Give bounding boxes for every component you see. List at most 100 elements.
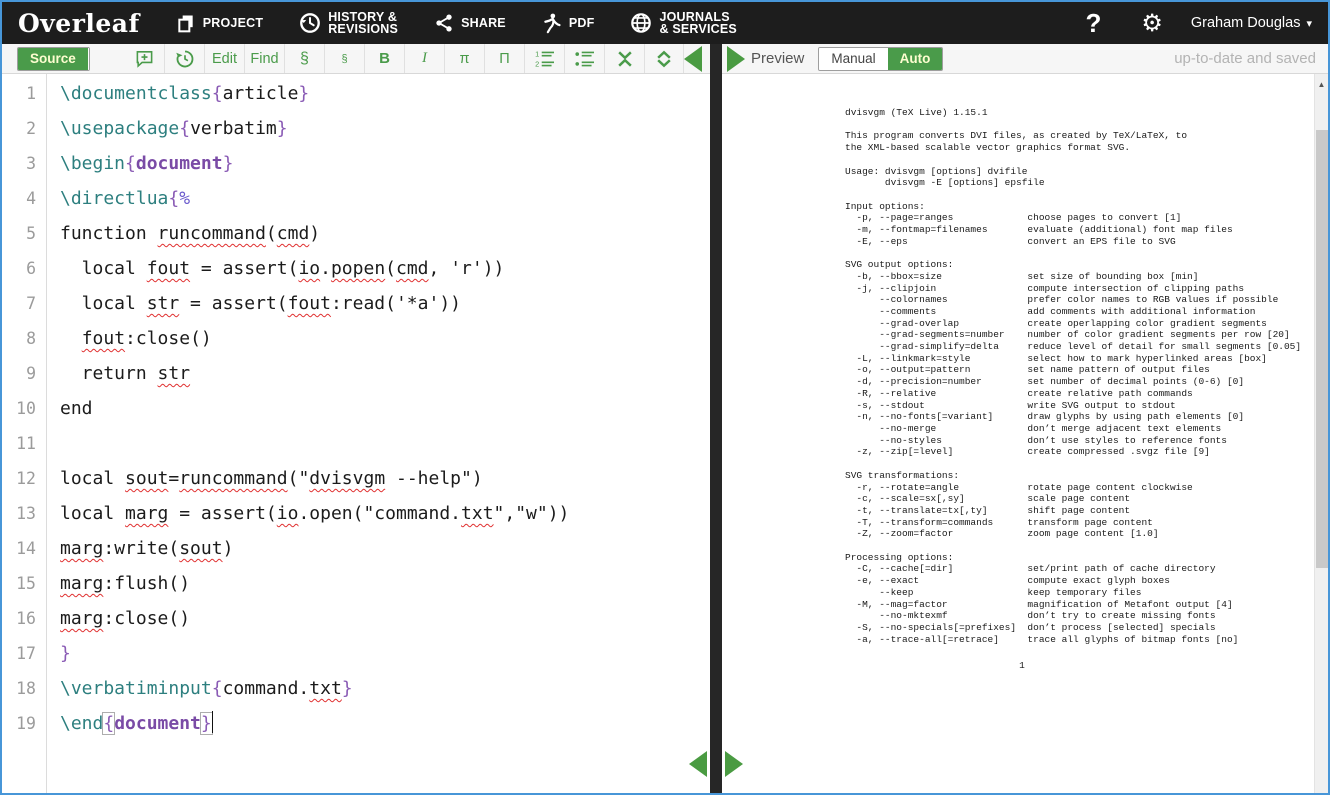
collapse-editor-arrow-icon[interactable] — [684, 46, 702, 72]
add-comment-button[interactable] — [124, 44, 164, 73]
svg-text:2: 2 — [535, 59, 539, 68]
line-number: 8 — [2, 321, 36, 356]
subsection-icon[interactable]: § — [341, 53, 347, 65]
collapse-icon — [615, 49, 635, 69]
main-split: Source Rich Text — [2, 44, 1328, 793]
code-line[interactable]: marg:flush() — [60, 566, 710, 601]
user-menu[interactable]: Graham Douglas ▾ — [1181, 15, 1328, 31]
section-button: § — [284, 44, 324, 73]
section-icon[interactable]: § — [300, 50, 309, 68]
nav-history-label: HISTORY & REVISIONS — [328, 11, 398, 35]
preview-toolbar: Preview Manual Auto up-to-date and saved — [722, 44, 1328, 74]
nav-pdf[interactable]: PDF — [524, 2, 613, 44]
collapse-sections-button[interactable] — [604, 44, 644, 73]
line-number: 6 — [2, 251, 36, 286]
scroll-up-icon[interactable]: ▲ — [1315, 74, 1328, 89]
editor-pane: Source Rich Text — [2, 44, 710, 793]
code-line[interactable]: local sout=runcommand("dvisvgm --help") — [60, 461, 710, 496]
nav-journals-label: JOURNALS & SERVICES — [659, 11, 737, 35]
pane-resizer[interactable] — [710, 44, 722, 793]
nav-journals-services[interactable]: JOURNALS & SERVICES — [612, 2, 755, 44]
manual-compile-button[interactable]: Manual — [819, 48, 887, 70]
code-line[interactable]: local marg = assert(io.open("command.txt… — [60, 496, 710, 531]
compile-mode-toggle: Manual Auto — [818, 47, 943, 71]
line-numbers: 12345678910111213141516171819 — [2, 74, 47, 793]
gear-icon[interactable]: ⚙ — [1123, 9, 1181, 38]
bullet-list-button[interactable] — [564, 44, 604, 73]
line-number: 15 — [2, 566, 36, 601]
text-cursor — [212, 711, 214, 733]
line-number: 1 — [2, 76, 36, 111]
code-editor[interactable]: 12345678910111213141516171819 \documentc… — [2, 74, 710, 793]
top-navbar: Overleaf PROJECT HISTORY & REVISIONS — [2, 2, 1328, 44]
preview-scrollbar[interactable]: ▲ — [1314, 74, 1328, 793]
line-number: 19 — [2, 706, 36, 741]
code-lines[interactable]: \documentclass{article}\usepackage{verba… — [47, 74, 710, 793]
code-line[interactable]: function runcommand(cmd) — [60, 216, 710, 251]
rich-text-mode-button[interactable]: Rich Text — [88, 48, 90, 70]
italic-icon[interactable]: I — [422, 50, 427, 67]
code-line[interactable] — [60, 426, 710, 461]
auto-compile-button[interactable]: Auto — [888, 48, 943, 70]
line-number: 12 — [2, 461, 36, 496]
line-number: 4 — [2, 181, 36, 216]
overleaf-logo[interactable]: Overleaf — [2, 9, 158, 38]
code-line[interactable]: } — [60, 636, 710, 671]
code-line[interactable]: marg:close() — [60, 601, 710, 636]
line-number: 17 — [2, 636, 36, 671]
code-line[interactable]: local str = assert(fout:read('*a')) — [60, 286, 710, 321]
nav-pdf-label: PDF — [569, 17, 595, 29]
preview-bottom-expand-icon[interactable] — [725, 751, 743, 777]
code-line[interactable]: marg:write(sout) — [60, 531, 710, 566]
code-line[interactable]: \usepackage{verbatim} — [60, 111, 710, 146]
pdf-viewer[interactable]: dvisvgm (TeX Live) 1.15.1 This program c… — [722, 74, 1328, 793]
code-line[interactable]: \end{document} — [60, 706, 710, 741]
comment-plus-icon — [135, 49, 154, 68]
bold-icon[interactable]: B — [379, 50, 390, 67]
expand-sections-button[interactable] — [644, 44, 684, 73]
line-number: 11 — [2, 426, 36, 461]
code-line[interactable]: local fout = assert(io.popen(cmd, 'r')) — [60, 251, 710, 286]
code-line[interactable]: fout:close() — [60, 321, 710, 356]
compile-status: up-to-date and saved — [1174, 50, 1316, 67]
source-mode-button[interactable]: Source — [18, 48, 88, 70]
expand-icon — [654, 49, 674, 69]
nav-share[interactable]: SHARE — [416, 2, 524, 44]
line-number: 3 — [2, 146, 36, 181]
line-number: 7 — [2, 286, 36, 321]
project-icon — [176, 13, 196, 33]
code-line[interactable]: \begin{document} — [60, 146, 710, 181]
globe-icon — [630, 12, 652, 34]
expand-preview-arrow-icon[interactable] — [727, 46, 745, 72]
line-number: 18 — [2, 671, 36, 706]
inline-math-button[interactable]: π — [444, 44, 484, 73]
numbered-list-button[interactable]: 1 2 — [524, 44, 564, 73]
line-number: 9 — [2, 356, 36, 391]
edit-button[interactable]: Edit — [204, 44, 244, 73]
mode-toggle: Source Rich Text — [17, 47, 90, 71]
nav-project-label: PROJECT — [203, 17, 263, 29]
line-number: 14 — [2, 531, 36, 566]
code-line[interactable]: \verbatiminput{command.txt} — [60, 671, 710, 706]
bold-button: B — [364, 44, 404, 73]
find-button[interactable]: Find — [244, 44, 284, 73]
pdf-icon — [542, 12, 562, 34]
nav-history-revisions[interactable]: HISTORY & REVISIONS — [281, 2, 416, 44]
scrollbar-thumb[interactable] — [1316, 130, 1328, 568]
code-line[interactable]: \documentclass{article} — [60, 76, 710, 111]
code-line[interactable]: end — [60, 391, 710, 426]
preview-label: Preview — [751, 50, 804, 67]
bullet-list-icon — [575, 50, 595, 68]
help-button[interactable]: ? — [1063, 8, 1123, 39]
pdf-text: dvisvgm (TeX Live) 1.15.1 This program c… — [845, 107, 1322, 645]
code-line[interactable]: \directlua{% — [60, 181, 710, 216]
line-number: 13 — [2, 496, 36, 531]
track-changes-button[interactable] — [164, 44, 204, 73]
nav-project[interactable]: PROJECT — [158, 2, 281, 44]
editor-toolbar: Source Rich Text — [2, 44, 710, 74]
display-math-button[interactable]: Π — [484, 44, 524, 73]
line-number: 5 — [2, 216, 36, 251]
code-line[interactable]: return str — [60, 356, 710, 391]
editor-bottom-collapse-icon[interactable] — [689, 751, 707, 777]
svg-text:1: 1 — [535, 50, 539, 59]
